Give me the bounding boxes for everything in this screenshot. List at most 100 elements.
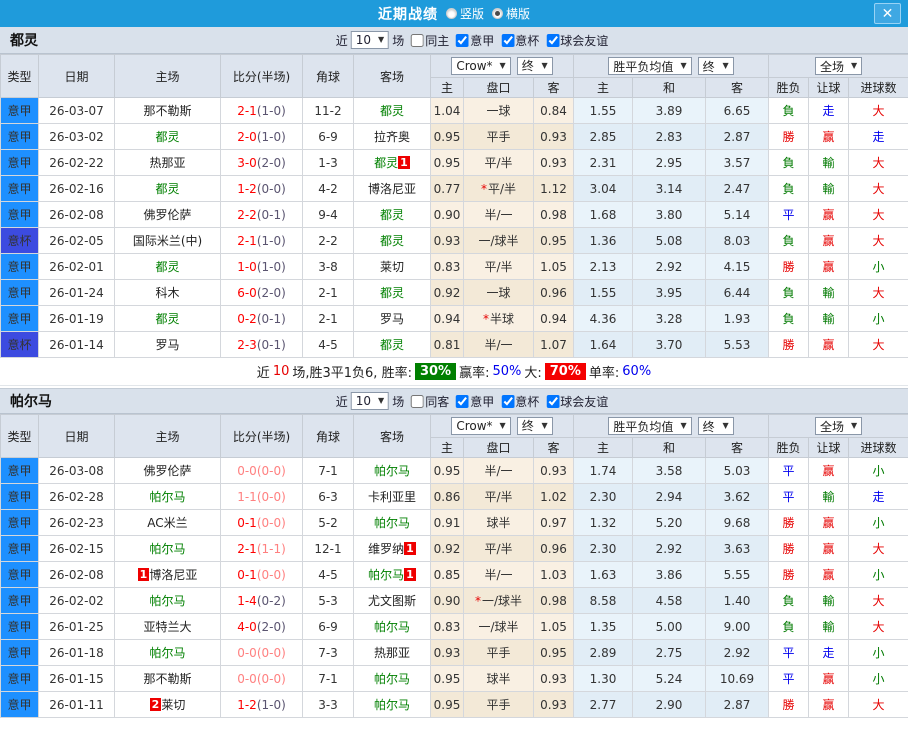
checkbox-serie-a[interactable] (456, 394, 470, 408)
filter-club-friendly: 球会友谊 (546, 393, 608, 410)
red-card-badge: 1 (404, 542, 416, 555)
handicap-text: 一/球半 (481, 594, 523, 608)
checkbox-club-friendly[interactable] (546, 33, 560, 47)
result-text: 小 (872, 646, 885, 660)
cell-odds-away: 0.93 (533, 123, 574, 150)
cell-result-handicap: 輸 (808, 305, 850, 332)
scope-select[interactable]: 全场 ▼ (814, 417, 863, 435)
checkbox-same-away[interactable] (411, 394, 425, 408)
handicap-text: 半/一 (484, 464, 513, 478)
cell-result-goals: 大 (848, 227, 908, 254)
column-subheader: 和 (632, 77, 706, 98)
radio-icon[interactable] (445, 8, 457, 19)
odds-company-select[interactable]: Crow* ▼ (451, 57, 511, 76)
recent-count-select[interactable]: 10 ▼ (350, 31, 390, 49)
halftime-score: (2-0) (256, 285, 286, 300)
odds-time-select[interactable]: 终 ▼ (516, 56, 553, 75)
column-header: 主场 (114, 414, 221, 458)
layout-option-horizontal[interactable]: 横版 (492, 5, 530, 22)
red-card-badge: 1 (137, 568, 150, 581)
column-header: 比分(半场) (220, 54, 303, 98)
odds-time-select[interactable]: 终 ▼ (516, 416, 553, 435)
checkbox-same-home[interactable] (411, 33, 425, 47)
cell-corners: 6-9 (302, 613, 354, 640)
cell-result-wdl: 勝 (768, 509, 810, 536)
team-name: 都灵 (379, 234, 404, 248)
checkbox-italy-cup[interactable] (501, 33, 515, 47)
cell-avg-away: 2.92 (704, 639, 770, 666)
fulltime-score: 0-1 (237, 515, 257, 530)
cell-league: 意甲 (0, 483, 39, 510)
checkbox-serie-a[interactable] (456, 33, 470, 47)
cell-home-team: 帕尔马 (114, 535, 221, 562)
cell-avg-home: 2.77 (573, 691, 633, 718)
odds-company-select[interactable]: Crow* ▼ (451, 417, 511, 436)
cell-result-wdl: 負 (768, 279, 810, 306)
cell-avg-draw: 3.58 (632, 457, 706, 484)
cell-handicap: 球半 (463, 509, 534, 536)
avg-time-select[interactable]: 终 ▼ (697, 57, 734, 75)
column-group-header: Crow* ▼ 终 ▼ (430, 414, 574, 438)
column-subheader: 盘口 (463, 437, 534, 458)
cell-odds-home: 0.93 (430, 639, 464, 666)
avg-odds-select[interactable]: 胜平负均值 ▼ (608, 57, 692, 75)
cell-corners: 6-9 (302, 123, 354, 150)
checkbox-label-serie-a: 意甲 (470, 394, 495, 409)
fulltime-score: 3-0 (237, 155, 257, 170)
cell-avg-draw: 2.94 (632, 483, 706, 510)
checkbox-club-friendly[interactable] (546, 394, 560, 408)
avg-time-select[interactable]: 终 ▼ (697, 417, 734, 435)
column-subheader: 让球 (808, 437, 850, 458)
filter-serie-a: 意甲 (456, 32, 494, 49)
team-name: 都灵 (379, 286, 404, 300)
close-button[interactable]: ✕ (874, 3, 901, 24)
fulltime-score: 1-0 (237, 259, 257, 274)
result-text: 輸 (822, 490, 835, 504)
cell-corners: 12-1 (302, 535, 354, 562)
cell-result-goals: 大 (848, 587, 908, 614)
recent-count-select[interactable]: 10 ▼ (350, 392, 390, 410)
avg-odds-select[interactable]: 胜平负均值 ▼ (608, 417, 692, 435)
cell-away-team: 尤文图斯 (353, 587, 431, 614)
cell-odds-away: 1.12 (533, 175, 574, 202)
cell-score: 0-1(0-0) (220, 561, 303, 588)
result-text: 大 (872, 208, 885, 222)
filter-controls: 近 10 ▼ 场 同客 意甲 意杯 球会友谊 (336, 392, 608, 410)
cell-score: 2-1(1-0) (220, 97, 303, 124)
cell-score: 0-0(0-0) (220, 639, 303, 666)
result-text: 大 (872, 542, 885, 556)
cell-avg-draw: 3.80 (632, 201, 706, 228)
filter-controls: 近 10 ▼ 场 同主 意甲 意杯 球会友谊 (335, 31, 608, 49)
cell-home-team: 都灵 (114, 123, 221, 150)
cell-result-wdl: 平 (768, 483, 810, 510)
cell-result-handicap: 輸 (808, 149, 850, 176)
cell-odds-away: 1.02 (533, 483, 574, 510)
cell-odds-home: 0.95 (430, 457, 464, 484)
cell-result-wdl: 勝 (768, 691, 810, 718)
cell-avg-away: 6.44 (704, 279, 770, 306)
cell-handicap: 平/半 (463, 253, 534, 280)
layout-option-vertical[interactable]: 竖版 (445, 5, 484, 22)
near-label: 近 (335, 33, 348, 48)
dropdown-arrow-icon: ▼ (499, 421, 506, 431)
halftime-score: (1-0) (256, 259, 286, 274)
radio-icon[interactable] (492, 8, 503, 19)
cell-avg-home: 1.30 (573, 665, 633, 692)
checkbox-italy-cup[interactable] (501, 394, 515, 408)
cell-home-team: 1 博洛尼亚 (114, 561, 221, 588)
match-row: 意甲 26-01-18 帕尔马 0-0(0-0) 7-3 热那亚 0.93 平手 0.95 2.8… (0, 639, 908, 666)
team-name: 帕尔马 (373, 672, 410, 686)
cell-odds-away: 1.05 (533, 613, 574, 640)
scope-select[interactable]: 全场 ▼ (814, 57, 863, 75)
result-text: 大 (872, 698, 885, 712)
cell-result-goals: 小 (848, 665, 908, 692)
handicap-text: 半/一 (484, 338, 513, 352)
dd-value: Crow* (456, 419, 493, 434)
result-text: 勝 (782, 260, 795, 274)
filter-same-home: 同主 (411, 32, 449, 49)
live-star-icon: * (480, 182, 487, 196)
column-header: 比分(半场) (220, 414, 303, 458)
cell-odds-home: 0.85 (430, 561, 464, 588)
result-text: 勝 (782, 130, 795, 144)
team-name-title: 帕尔马 (10, 394, 52, 410)
